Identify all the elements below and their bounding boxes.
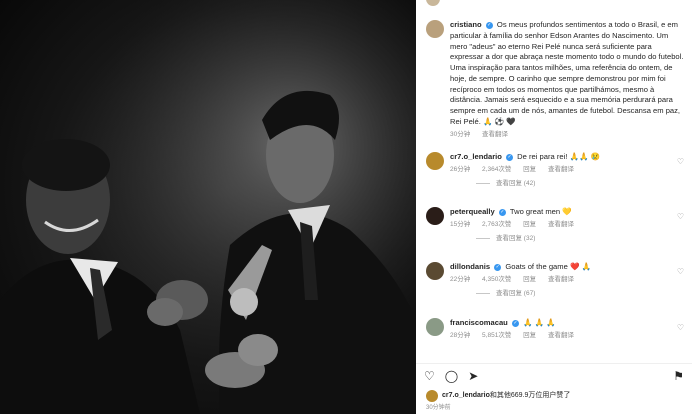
replies-divider [476,238,490,240]
comment-translate-link[interactable]: 查看翻译 [548,221,574,228]
heart-icon[interactable]: ♡ [677,211,684,222]
comment-reply-link[interactable]: 回复 [523,221,536,228]
avatar[interactable] [426,152,444,170]
verified-badge-icon: ✓ [485,21,493,29]
avatar [426,390,438,402]
share-icon[interactable]: ➤ [468,368,478,385]
avatar[interactable] [426,262,444,280]
replies-divider [476,293,490,295]
comment-emoji: 🙏🙏 😢 [569,152,601,161]
comment-username[interactable]: dillondanis [450,262,490,271]
comment-icon[interactable]: ◯ [445,368,458,385]
caption-text-wrap: cristiano ✓ Os meus profundos sentimento… [450,20,686,139]
comment-text: De rei para rei! [517,152,568,161]
comment-body: dillondanis ✓ Goats of the game ❤️ 🙏 22分… [450,262,670,284]
comment-meta: 22分钟 4,350次赞 回复 查看翻译 [450,275,670,284]
comment-text: Goats of the game [505,262,568,271]
comment-translate-link[interactable]: 查看翻译 [548,276,574,283]
comment-time: 15分钟 [450,220,471,228]
post-actions: ♡ ◯ ➤ [424,368,478,385]
comment-emoji: 💛 [562,207,572,216]
view-replies-label[interactable]: 查看回复 (67) [496,289,535,298]
caption-emoji: 🙏 ⚽ 🖤 [482,117,516,127]
caption-block: cristiano ✓ Os meus profundos sentimento… [426,20,686,139]
caption-meta: 30分钟 查看翻译 [450,130,686,139]
heart-icon[interactable]: ♡ [424,368,435,385]
comment-reply-link[interactable]: 回复 [523,332,536,339]
comment-emoji: 🙏 🙏 🙏 [523,318,556,327]
comment-time: 28分钟 [450,331,471,339]
comment-username[interactable]: cr7.o_lendario [450,152,502,161]
post-layout: cristiano ✓ Os meus profundos sentimento… [0,0,692,414]
comment-body: peterqueally ✓ Two great men 💛 15分钟 2,76… [450,207,670,229]
caption-username[interactable]: cristiano [450,20,482,29]
comment-likes[interactable]: 2,763次赞 [482,221,511,228]
comment-username[interactable]: peterqueally [450,207,495,216]
comment-reply-link[interactable]: 回复 [523,166,536,173]
comment-item: franciscomacau ✓ 🙏 🙏 🙏 28分钟 5,851次赞 回复 查… [426,318,692,340]
caption-translate-link[interactable]: 查看翻译 [482,131,508,138]
bookmark-icon[interactable]: ⚑ [673,368,684,385]
view-replies[interactable]: 查看回复 (67) [476,289,692,298]
avatar [426,0,440,6]
comment-item: dillondanis ✓ Goats of the game ❤️ 🙏 22分… [426,262,692,298]
heart-icon[interactable]: ♡ [677,322,684,333]
comment-likes[interactable]: 5,851次赞 [482,332,511,339]
comment-body: cr7.o_lendario ✓ De rei para rei! 🙏🙏 😢 2… [450,152,670,174]
comment-item: peterqueally ✓ Two great men 💛 15分钟 2,76… [426,207,692,243]
comment-text: Two great men [509,207,561,216]
view-replies[interactable]: 查看回复 (32) [476,234,692,243]
avatar[interactable] [426,20,444,38]
verified-badge-icon: ✓ [511,319,519,327]
heart-icon[interactable]: ♡ [677,156,684,167]
comment-likes[interactable]: 4,350次赞 [482,276,511,283]
comments-panel: cristiano ✓ Os meus profundos sentimento… [416,0,692,414]
comment-likes[interactable]: 2,364次赞 [482,166,511,173]
post-photo [0,0,416,414]
comment-meta: 26分钟 2,364次赞 回复 查看翻译 [450,165,670,174]
replies-divider [476,183,490,185]
comment-time: 26分钟 [450,165,471,173]
comment-meta: 28分钟 5,851次赞 回复 查看翻译 [450,331,670,340]
comment-translate-link[interactable]: 查看翻译 [548,332,574,339]
likes-username[interactable]: cr7.o_lendario [442,391,490,401]
view-replies-label[interactable]: 查看回复 (42) [496,179,535,188]
likes-text: 和其他669.9万位用户赞了 [489,392,571,400]
verified-badge-icon: ✓ [506,153,514,161]
comment-item: cr7.o_lendario ✓ De rei para rei! 🙏🙏 😢 2… [426,152,692,188]
heart-icon[interactable]: ♡ [677,266,684,277]
comment-username[interactable]: franciscomacau [450,318,508,327]
comment-time: 22分钟 [450,275,471,283]
post-timestamp: 30分钟前 [426,405,451,411]
comment-body: franciscomacau ✓ 🙏 🙏 🙏 28分钟 5,851次赞 回复 查… [450,318,670,340]
caption-time: 30分钟 [450,130,471,138]
view-replies[interactable]: 查看回复 (42) [476,179,692,188]
actions-divider [416,363,692,364]
avatar[interactable] [426,318,444,336]
comment-emoji: ❤️ 🙏 [569,262,591,271]
caption-text: Os meus profundos sentimentos a todo o B… [450,20,684,127]
verified-badge-icon: ✓ [498,208,506,216]
avatar[interactable] [426,207,444,225]
likes-summary[interactable]: cr7.o_lendario 和其他669.9万位用户赞了 [426,390,570,402]
view-replies-label[interactable]: 查看回复 (32) [496,234,535,243]
photo-illustration [0,0,416,414]
verified-badge-icon: ✓ [494,263,502,271]
comment-reply-link[interactable]: 回复 [523,276,536,283]
comment-translate-link[interactable]: 查看翻译 [548,166,574,173]
comment-meta: 15分钟 2,763次赞 回复 查看翻译 [450,220,670,229]
